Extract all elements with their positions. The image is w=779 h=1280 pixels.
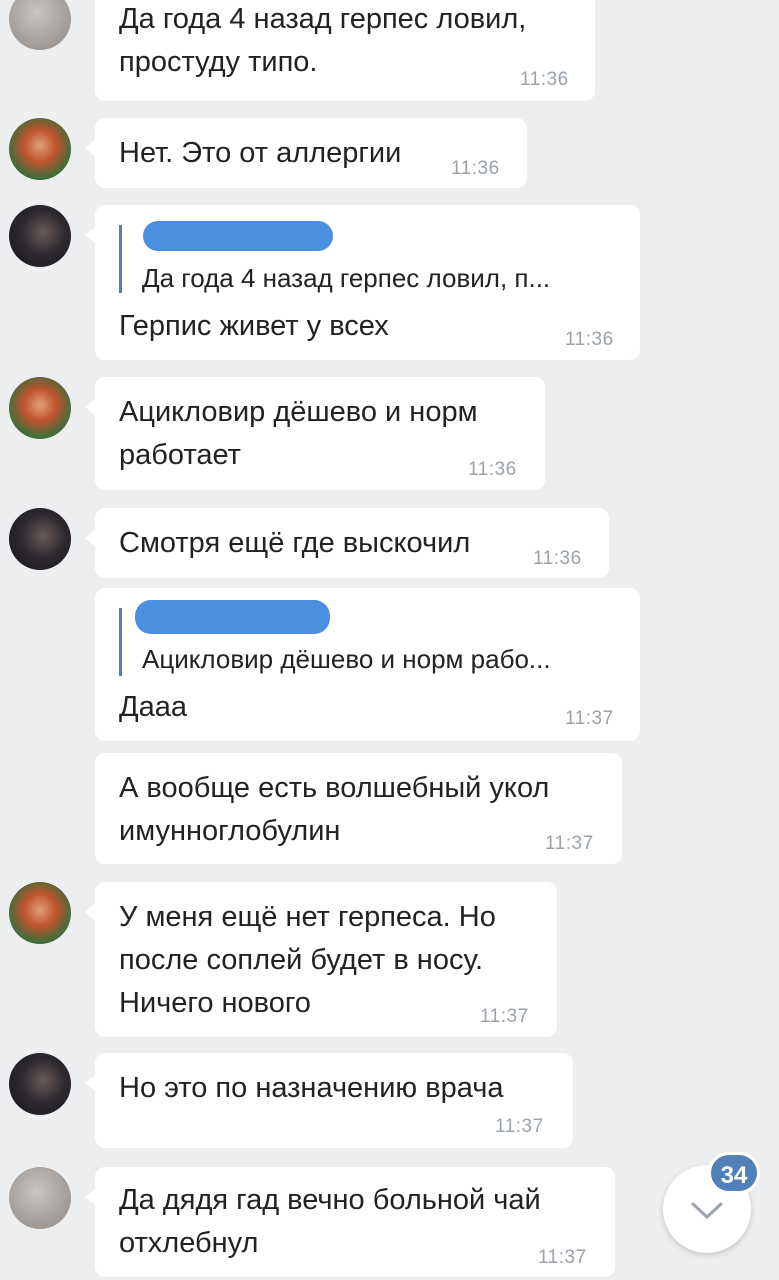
message-time: 11:37 — [565, 708, 614, 729]
message-text: Нет. Это от аллергии — [119, 137, 402, 169]
message-text: Да года 4 назад герпес ловил, простуду т… — [119, 3, 527, 78]
avatar[interactable] — [9, 882, 71, 944]
message-bubble[interactable]: Но это по назначению врача 11:37 — [85, 1053, 573, 1148]
message-bubble[interactable]: А вообще есть волшебный укол имунноглобу… — [95, 753, 622, 864]
bubble-tail — [85, 1187, 97, 1207]
message-bubble[interactable]: Ацикловир дёшево и норм работает 11:36 — [85, 377, 545, 490]
avatar[interactable] — [9, 118, 71, 180]
message-time: 11:36 — [451, 158, 500, 179]
redacted-name — [143, 221, 333, 251]
avatar[interactable] — [9, 377, 71, 439]
message-text: А вообще есть волшебный укол имунноглобу… — [119, 772, 550, 847]
message-time: 11:36 — [468, 459, 517, 480]
message-text: У меня ещё нет герпеса. Но после соплей … — [119, 901, 496, 1019]
reply-quote-text: Ацикловир дёшево и норм рабо... — [142, 644, 551, 674]
bubble-tail — [85, 528, 97, 548]
avatar[interactable] — [9, 508, 71, 570]
reply-quote-text: Да года 4 назад герпес ловил, п... — [142, 263, 551, 293]
message-text: Ацикловир дёшево и норм работает — [119, 396, 478, 471]
bubble-tail — [85, 138, 97, 158]
avatar[interactable] — [9, 0, 71, 50]
message-time: 11:37 — [495, 1116, 544, 1137]
message-text: Да дядя гад вечно больной чай отхлебнул — [119, 1184, 541, 1259]
avatar[interactable] — [9, 205, 71, 267]
bubble-tail — [85, 397, 97, 417]
message-bubble[interactable]: Да года 4 назад герпес ловил, п... Герпи… — [85, 205, 640, 360]
bubble-tail — [85, 225, 97, 245]
message-text: Смотря ещё где выскочил — [119, 527, 471, 559]
message-time: 11:37 — [480, 1006, 529, 1027]
message-time: 11:37 — [538, 1247, 587, 1268]
message-time: 11:36 — [565, 329, 614, 350]
message-text: Герпис живет у всех — [119, 310, 389, 342]
message-time: 11:37 — [545, 833, 594, 854]
message-text: Но это по назначению врача — [119, 1072, 504, 1104]
message-time: 11:36 — [520, 69, 569, 90]
bubble-tail — [85, 902, 97, 922]
message-bubble[interactable]: У меня ещё нет герпеса. Но после соплей … — [85, 882, 557, 1037]
bubble-tail — [85, 1073, 97, 1093]
redacted-name — [135, 600, 330, 634]
message-bubble[interactable]: Да года 4 назад герпес ловил, простуду т… — [95, 0, 595, 101]
message-text: Дааа — [119, 691, 188, 723]
message-bubble[interactable]: Смотря ещё где выскочил 11:36 — [85, 508, 609, 578]
message-time: 11:36 — [533, 548, 582, 569]
avatar[interactable] — [9, 1167, 71, 1229]
unread-count-badge: 34 — [708, 1152, 760, 1194]
message-bubble[interactable]: Да дядя гад вечно больной чай отхлебнул … — [85, 1167, 615, 1277]
avatar[interactable] — [9, 1053, 71, 1115]
message-bubble[interactable]: Ацикловир дёшево и норм рабо... Дааа 11:… — [95, 588, 640, 741]
message-bubble[interactable]: Нет. Это от аллергии 11:36 — [85, 118, 527, 188]
